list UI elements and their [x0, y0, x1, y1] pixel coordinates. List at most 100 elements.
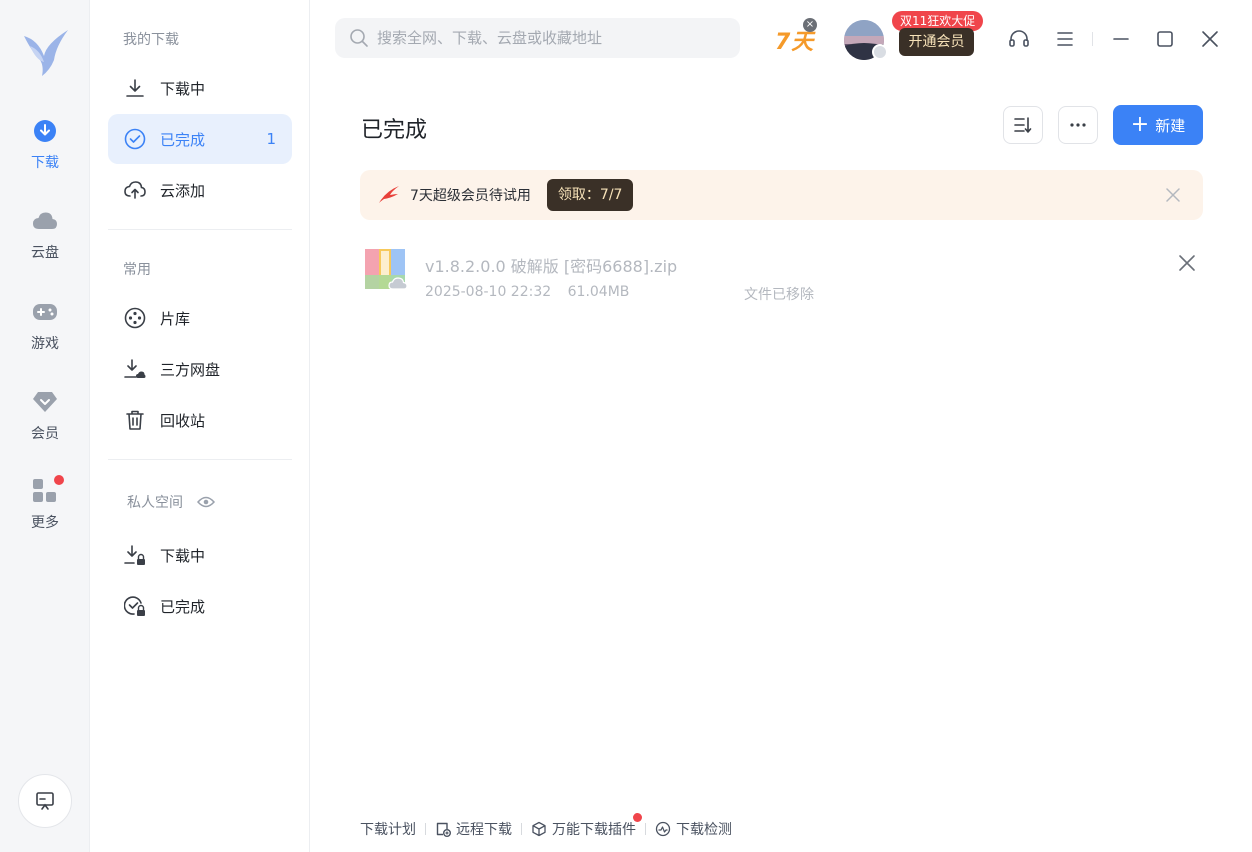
list-item[interactable]: v1.8.2.0.0 破解版 [密码6688].zip 2025-08-10 2…: [360, 240, 1203, 310]
divider: [108, 229, 292, 230]
search-input[interactable]: [377, 29, 727, 47]
screen-cast-button[interactable]: [18, 774, 72, 828]
footer-label: 下载检测: [676, 822, 732, 838]
check-circle-icon: [124, 128, 146, 150]
eye-icon[interactable]: [197, 496, 215, 508]
bird-icon: [379, 186, 399, 203]
sidebar-item-downloading[interactable]: 下载中: [108, 63, 292, 113]
rail-label: 游戏: [31, 336, 59, 352]
download-plan-link[interactable]: 下载计划: [360, 819, 416, 839]
cloud-icon: [32, 208, 58, 234]
headset-icon[interactable]: [1008, 28, 1030, 50]
download-plugin-link[interactable]: 万能下载插件: [531, 813, 642, 839]
sort-icon: [1014, 117, 1032, 133]
menu-icon[interactable]: [1054, 28, 1076, 50]
divider: [645, 823, 646, 835]
app-logo: [20, 26, 70, 78]
cube-icon: [531, 821, 547, 837]
rail-more[interactable]: 更多: [0, 475, 90, 542]
download-check-link[interactable]: 下载检测: [655, 819, 732, 839]
minimize-icon[interactable]: [1110, 28, 1132, 50]
more-options-button[interactable]: [1058, 106, 1098, 144]
footer-toolbar: 下载计划 远程下载 万能下载插件 下载检测: [360, 813, 732, 840]
rail-cloud[interactable]: 云盘: [0, 208, 90, 272]
file-name: v1.8.2.0.0 破解版 [密码6688].zip: [425, 257, 678, 276]
download-cloud-icon: [124, 358, 146, 380]
sidebar-item-cloud-add[interactable]: 云添加: [108, 165, 292, 215]
check-lock-icon: [124, 595, 146, 617]
notification-dot: [633, 813, 642, 822]
pulse-icon: [655, 821, 671, 837]
sidebar-item-label: 云添加: [160, 181, 206, 200]
file-status: 文件已移除: [744, 287, 814, 303]
rail-vip[interactable]: 会员: [0, 389, 90, 453]
file-meta: 2025-08-10 22:32 61.04MB: [425, 284, 641, 300]
divider: [425, 823, 426, 835]
private-space-header: 私人空间: [127, 492, 215, 512]
sidebar-item-private-downloading[interactable]: 下载中: [108, 530, 292, 580]
section-title: 私人空间: [127, 495, 183, 511]
zip-file-icon: [365, 249, 408, 291]
avatar-status-icon: [872, 44, 888, 60]
rail-label: 下载: [31, 155, 59, 171]
sidebar-item-label: 已完成: [160, 130, 206, 149]
sidebar-item-third-party[interactable]: 三方网盘: [108, 344, 292, 394]
film-reel-icon: [124, 307, 146, 329]
sidebar-item-completed[interactable]: 已完成 1: [108, 114, 292, 164]
sidebar-item-label: 回收站: [160, 411, 206, 430]
download-circle-icon: [32, 118, 58, 144]
divider: [1092, 32, 1093, 46]
trial-banner: 7天超级会员待试用 领取：7/7: [360, 170, 1203, 220]
file-date: 2025-08-10 22:32: [425, 284, 552, 300]
sidebar-item-label: 下载中: [160, 546, 206, 565]
section-title: 我的下载: [123, 32, 179, 48]
gamepad-icon: [32, 299, 58, 325]
sidebar-item-recycle[interactable]: 回收站: [108, 395, 292, 445]
cloud-upload-icon: [124, 179, 146, 201]
file-size: 61.04MB: [567, 284, 630, 300]
close-icon[interactable]: ×: [803, 18, 817, 32]
rail-label: 更多: [31, 515, 59, 531]
apps-grid-icon: [32, 475, 64, 504]
sidebar-item-label: 三方网盘: [160, 360, 221, 379]
download-lock-icon: [124, 544, 146, 566]
maximize-icon[interactable]: [1154, 28, 1176, 50]
banner-text: 7天超级会员待试用: [410, 188, 531, 204]
sidebar-item-label: 下载中: [160, 79, 206, 98]
trash-icon: [124, 409, 146, 431]
app-rail: 下载 云盘 游戏 会员 更多: [0, 0, 90, 852]
claim-trial-button[interactable]: 领取：7/7: [546, 179, 634, 211]
search-box[interactable]: [335, 18, 740, 58]
footer-label: 万能下载插件: [552, 822, 636, 838]
diamond-icon: [32, 389, 58, 415]
download-icon: [124, 77, 146, 99]
divider: [521, 823, 522, 835]
footer-label: 下载计划: [360, 822, 416, 838]
completed-count: 1: [266, 130, 276, 148]
section-title: 常用: [123, 262, 151, 278]
sidebar-item-library[interactable]: 片库: [108, 293, 292, 343]
divider: [108, 459, 292, 460]
footer-label: 远程下载: [456, 822, 512, 838]
search-icon: [350, 29, 368, 47]
close-icon: [1179, 255, 1195, 271]
new-button-label: 新建: [1155, 116, 1186, 135]
new-task-button[interactable]: + 新建: [1113, 105, 1203, 145]
sidebar-item-label: 片库: [160, 309, 191, 328]
nav-sidebar: 我的下载 下载中 已完成 1 云添加 常用 片库 三方网盘 回收站 私人空间 下…: [90, 0, 310, 852]
page-title: 已完成: [361, 118, 428, 143]
more-dots-icon: [1070, 123, 1086, 127]
remote-download-link[interactable]: 远程下载: [435, 819, 512, 839]
remove-item-button[interactable]: [1175, 251, 1199, 275]
rail-label: 会员: [31, 426, 59, 442]
close-icon[interactable]: [1163, 185, 1183, 205]
remote-download-icon: [435, 821, 451, 837]
sidebar-item-private-completed[interactable]: 已完成: [108, 581, 292, 631]
open-vip-button[interactable]: 开通会员: [899, 28, 974, 56]
rail-label: 云盘: [31, 245, 59, 261]
rail-download[interactable]: 下载: [0, 118, 90, 182]
plus-icon: +: [1130, 112, 1150, 137]
rail-games[interactable]: 游戏: [0, 299, 90, 363]
sort-button[interactable]: [1003, 106, 1043, 144]
window-close-icon[interactable]: [1199, 28, 1221, 50]
